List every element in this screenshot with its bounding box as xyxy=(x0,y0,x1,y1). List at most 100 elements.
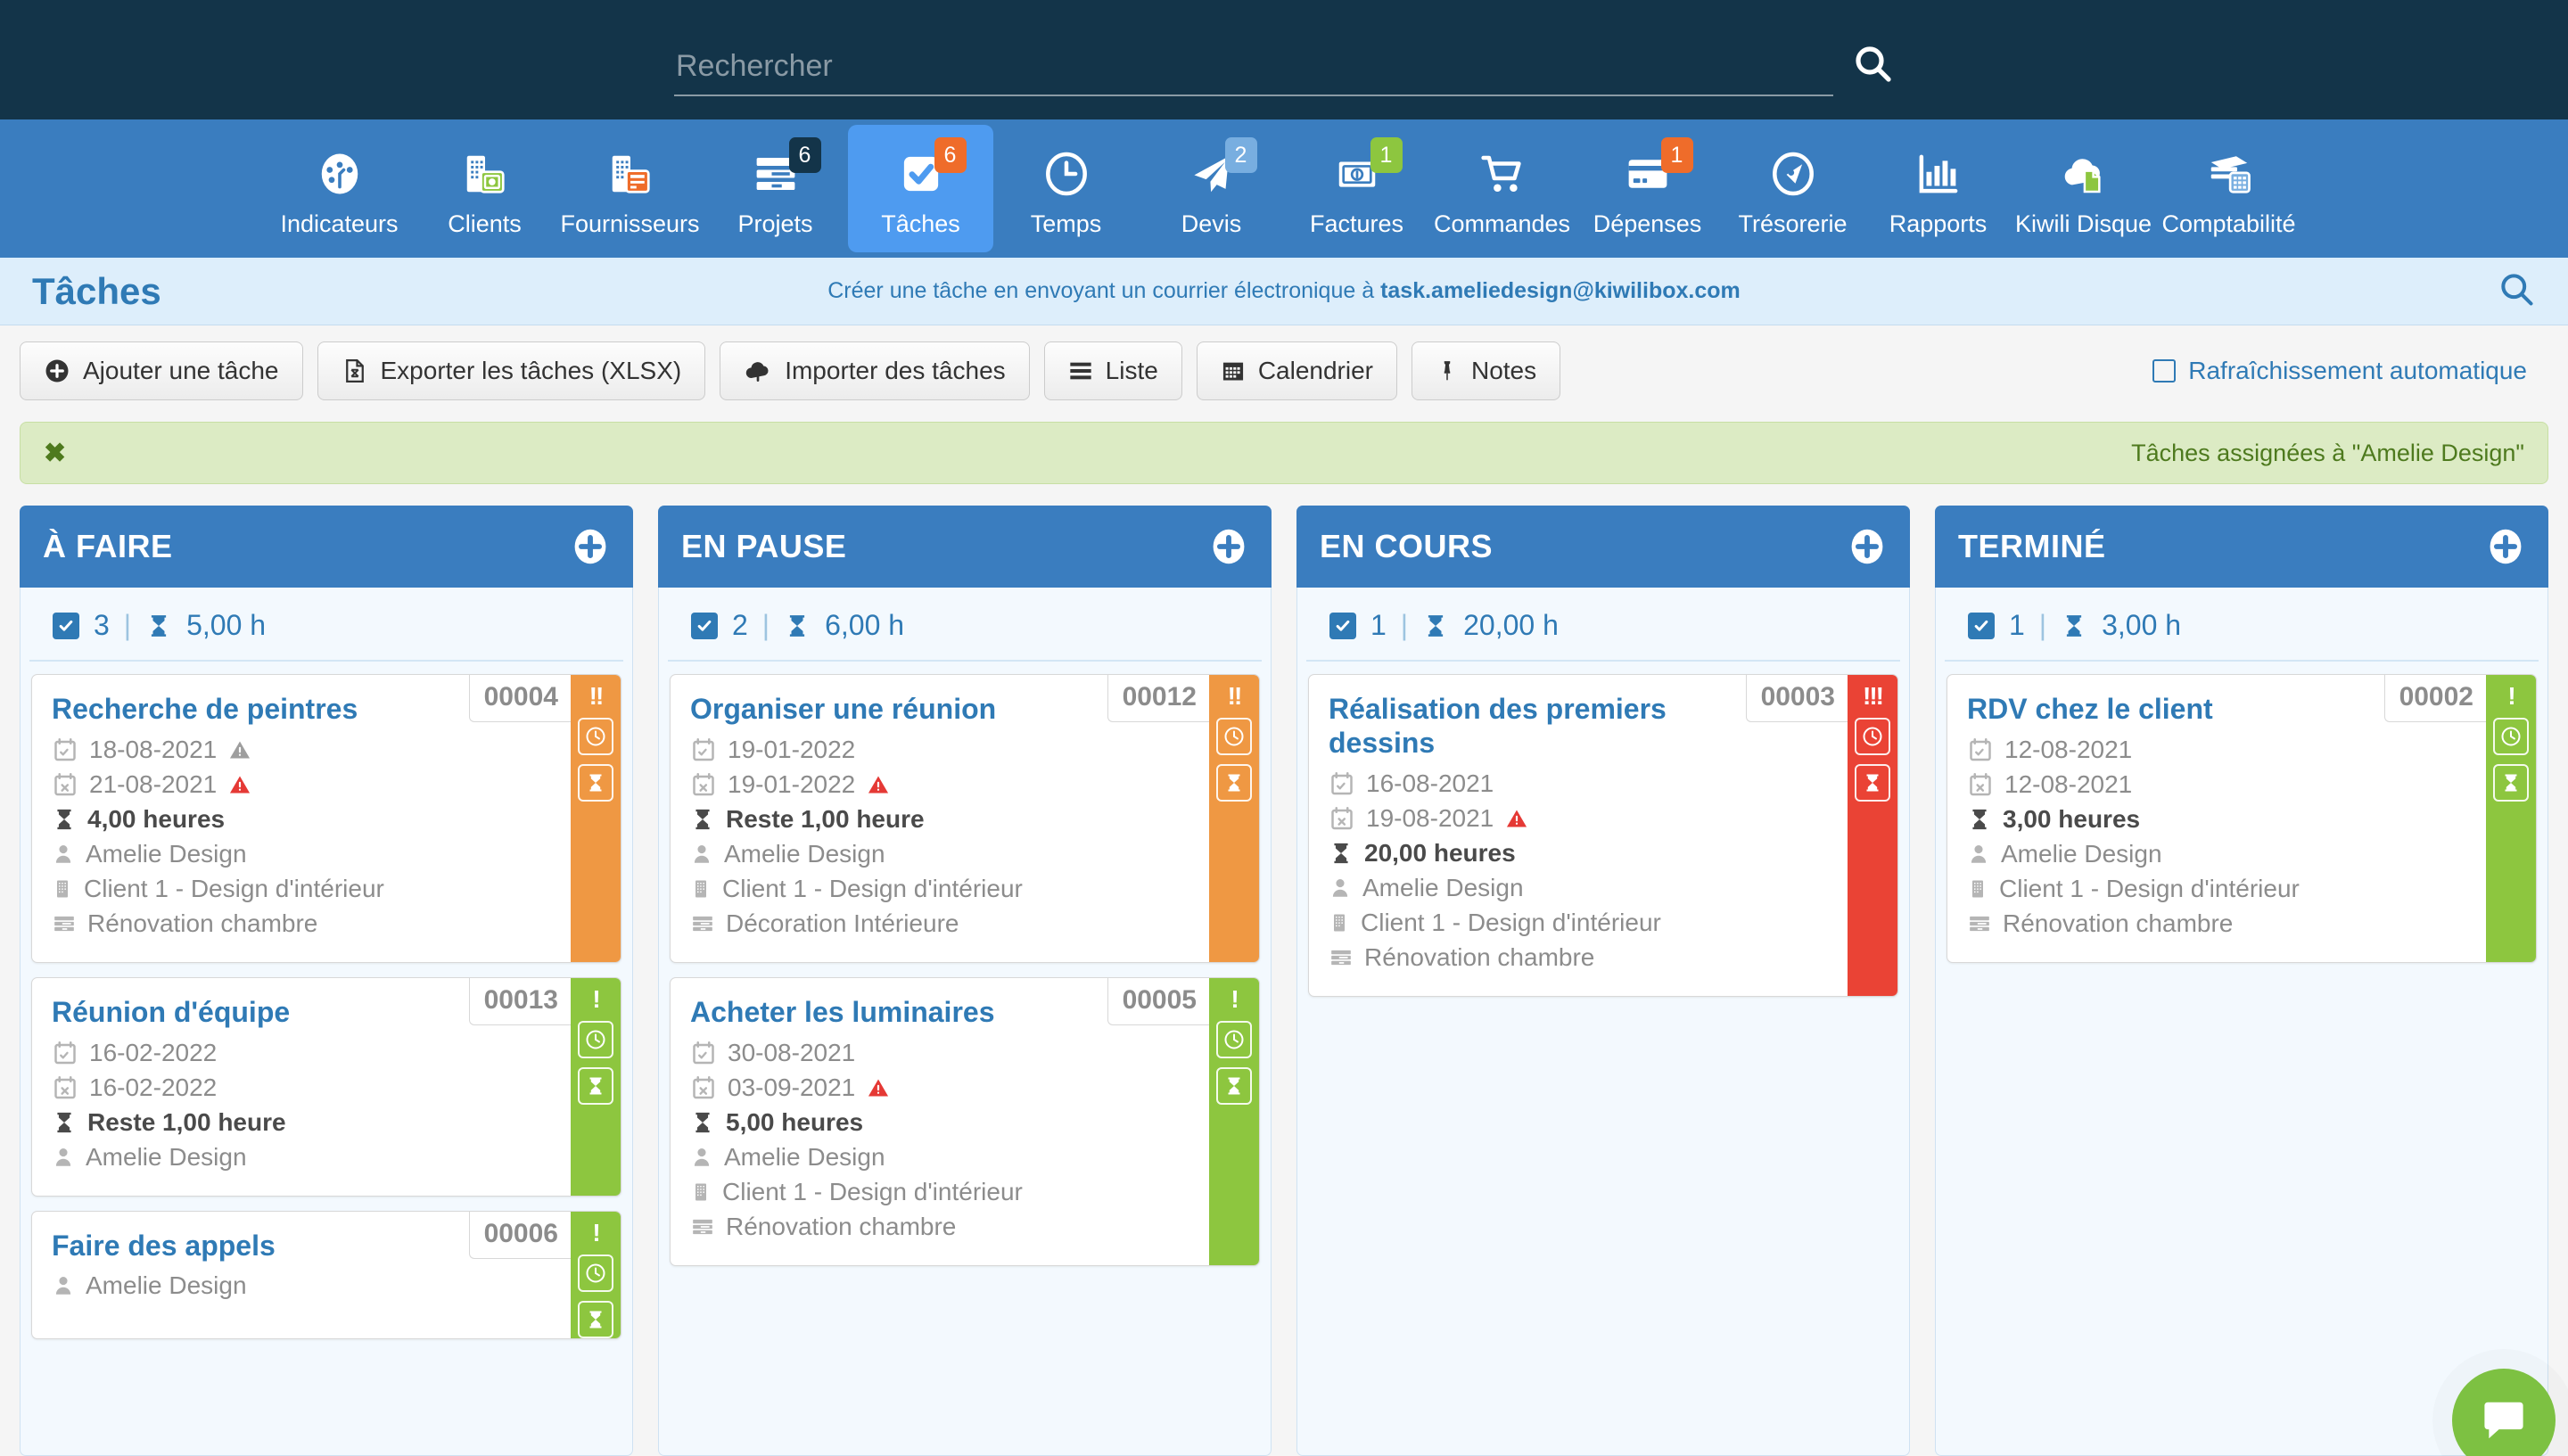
log-time-button[interactable] xyxy=(1216,1066,1252,1105)
add-task-to-column-button[interactable] xyxy=(1848,527,1887,566)
alert-close-icon[interactable]: ✖ xyxy=(44,438,66,469)
toolbar-button-notes[interactable]: Notes xyxy=(1411,341,1561,400)
card-due-date-row: 21-08-2021 xyxy=(52,770,553,799)
nav-badge: 1 xyxy=(1660,137,1693,173)
log-time-button[interactable] xyxy=(578,764,613,802)
task-priority-indicator: ! xyxy=(2507,682,2515,710)
task-priority-indicator: !! xyxy=(1227,682,1243,710)
building-icon xyxy=(1967,876,1988,901)
nav-item-rapports[interactable]: Rapports xyxy=(1865,125,2011,252)
start-timer-button[interactable] xyxy=(1855,718,1890,755)
add-task-to-column-button[interactable] xyxy=(2486,527,2525,566)
search-submit-icon[interactable] xyxy=(1851,42,1894,96)
task-card[interactable]: Faire des appels Amelie Design 00006! xyxy=(31,1210,621,1339)
clock-icon xyxy=(585,726,606,747)
nav-item-comptabilit-[interactable]: Comptabilité xyxy=(2156,125,2301,252)
stats-separator: | xyxy=(1400,609,1409,641)
toolbar-button-exporter-les-t-ches-xlsx[interactable]: Exporter les tâches (XLSX) xyxy=(317,341,706,400)
add-task-to-column-button[interactable] xyxy=(1209,527,1248,566)
nav-item-temps[interactable]: Temps xyxy=(993,125,1139,252)
clock-icon xyxy=(2500,726,2522,747)
toolbar-button-ajouter-une-t-che[interactable]: Ajouter une tâche xyxy=(20,341,303,400)
building-icon xyxy=(1329,910,1350,935)
task-card[interactable]: Réunion d'équipe 16-02-2022 16-02-2022 Rest… xyxy=(31,976,621,1197)
calendar-check-icon xyxy=(1329,770,1355,797)
kanban-column-en-cours: EN COURS 1 | 20,00 h Réalisation des premier… xyxy=(1296,506,1910,1456)
nav-item-kiwili-disque[interactable]: Kiwili Disque xyxy=(2011,125,2156,252)
hourglass-icon xyxy=(1223,772,1245,794)
nav-item-d-penses[interactable]: 1 Dépenses xyxy=(1575,125,1720,252)
nav-item-devis[interactable]: 2 Devis xyxy=(1139,125,1284,252)
card-project-row: Rénovation chambre xyxy=(690,1213,1191,1241)
calendar-x-icon xyxy=(52,1074,78,1101)
task-card[interactable]: Recherche de peintres 18-08-2021 21-08-202… xyxy=(31,674,621,963)
card-hours: 3,00 heures xyxy=(2003,804,2141,833)
auto-refresh-toggle[interactable]: Rafraîchissement automatique xyxy=(2152,357,2548,385)
log-time-button[interactable] xyxy=(1216,764,1252,802)
project-icon xyxy=(52,912,77,935)
card-hours: 4,00 heures xyxy=(87,804,226,833)
column-card-list: Organiser une réunion 19-01-2022 19-01-202… xyxy=(659,662,1271,1279)
card-assignee-row: Amelie Design xyxy=(690,1143,1191,1172)
nav-item-indicateurs[interactable]: Indicateurs xyxy=(267,125,412,252)
column-body: 1 | 20,00 h Réalisation des premiers dessin… xyxy=(1296,588,1910,1456)
toolbar-button-calendrier[interactable]: Calendrier xyxy=(1196,341,1397,400)
plus-circle-icon xyxy=(44,358,70,384)
start-timer-button[interactable] xyxy=(2493,718,2529,755)
ledger-icon xyxy=(2205,144,2253,203)
task-card[interactable]: Organiser une réunion 19-01-2022 19-01-202… xyxy=(670,674,1260,963)
start-timer-button[interactable] xyxy=(578,718,613,755)
card-start-date: 30-08-2021 xyxy=(728,1038,856,1066)
log-time-button[interactable] xyxy=(578,1066,613,1105)
hourglass-icon xyxy=(1422,613,1449,639)
card-client-row: Client 1 - Design d'intérieur xyxy=(1329,909,1830,937)
log-time-button[interactable] xyxy=(2493,764,2529,802)
project-icon xyxy=(690,1215,715,1238)
add-task-to-column-button[interactable] xyxy=(571,527,610,566)
column-total-hours: 6,00 h xyxy=(825,609,905,641)
toolbar-button-liste[interactable]: Liste xyxy=(1043,341,1182,400)
card-start-date-row: 18-08-2021 xyxy=(52,736,553,764)
start-timer-button[interactable] xyxy=(578,1020,613,1058)
start-timer-button[interactable] xyxy=(1216,718,1252,755)
nav-item-label: Kiwili Disque xyxy=(2014,210,2152,237)
calendar-x-icon xyxy=(1329,805,1355,832)
card-hours: 5,00 heures xyxy=(726,1107,864,1136)
toolbar-button-importer-des-t-ches[interactable]: Importer des tâches xyxy=(720,341,1030,400)
nav-item-t-ches[interactable]: 6 Tâches xyxy=(848,125,993,252)
card-client-row: Client 1 - Design d'intérieur xyxy=(690,1178,1191,1206)
nav-item-tr-sorerie[interactable]: Trésorerie xyxy=(1720,125,1865,252)
card-project-row: Rénovation chambre xyxy=(1329,943,1830,972)
alert-message: Tâches assignées à "Amelie Design" xyxy=(2131,439,2524,466)
hourglass-icon xyxy=(1223,1075,1245,1097)
log-time-button[interactable] xyxy=(1855,764,1890,802)
list-icon xyxy=(1068,358,1093,383)
log-time-button[interactable] xyxy=(578,1300,613,1338)
auto-refresh-checkbox-icon[interactable] xyxy=(2152,359,2177,383)
nav-item-commandes[interactable]: Commandes xyxy=(1429,125,1575,252)
calendar-x-icon xyxy=(52,771,78,798)
building-icon xyxy=(690,1180,712,1205)
start-timer-button[interactable] xyxy=(1216,1020,1252,1058)
warning-triangle-icon xyxy=(866,773,891,796)
search-input[interactable] xyxy=(674,44,1833,96)
task-card[interactable]: RDV chez le client 12-08-2021 12-08-2021 3,… xyxy=(1947,674,2537,963)
task-card[interactable]: Réalisation des premiers dessins 16-08-20… xyxy=(1308,674,1898,997)
task-card[interactable]: Acheter les luminaires 30-08-2021 03-09-20… xyxy=(670,976,1260,1266)
card-due-date: 03-09-2021 xyxy=(728,1073,856,1101)
project-icon xyxy=(1967,912,1992,935)
nav-item-label: Indicateurs xyxy=(280,210,399,237)
warning-triangle-icon xyxy=(227,738,252,761)
nav-item-fournisseurs[interactable]: Fournisseurs xyxy=(557,125,703,252)
toolbar-button-label: Liste xyxy=(1105,357,1158,384)
nav-item-clients[interactable]: Clients xyxy=(412,125,557,252)
card-assignee-row: Amelie Design xyxy=(1329,874,1830,902)
page-search-icon[interactable] xyxy=(2497,269,2536,313)
card-hours-row: Reste 1,00 heure xyxy=(52,1108,553,1137)
start-timer-button[interactable] xyxy=(578,1254,613,1292)
nav-item-projets[interactable]: 6 Projets xyxy=(703,125,848,252)
plus-circle-icon xyxy=(1209,527,1248,566)
card-hours-row: 4,00 heures xyxy=(52,805,553,834)
clock-icon xyxy=(1223,1029,1245,1050)
nav-item-factures[interactable]: 1 Factures xyxy=(1284,125,1429,252)
